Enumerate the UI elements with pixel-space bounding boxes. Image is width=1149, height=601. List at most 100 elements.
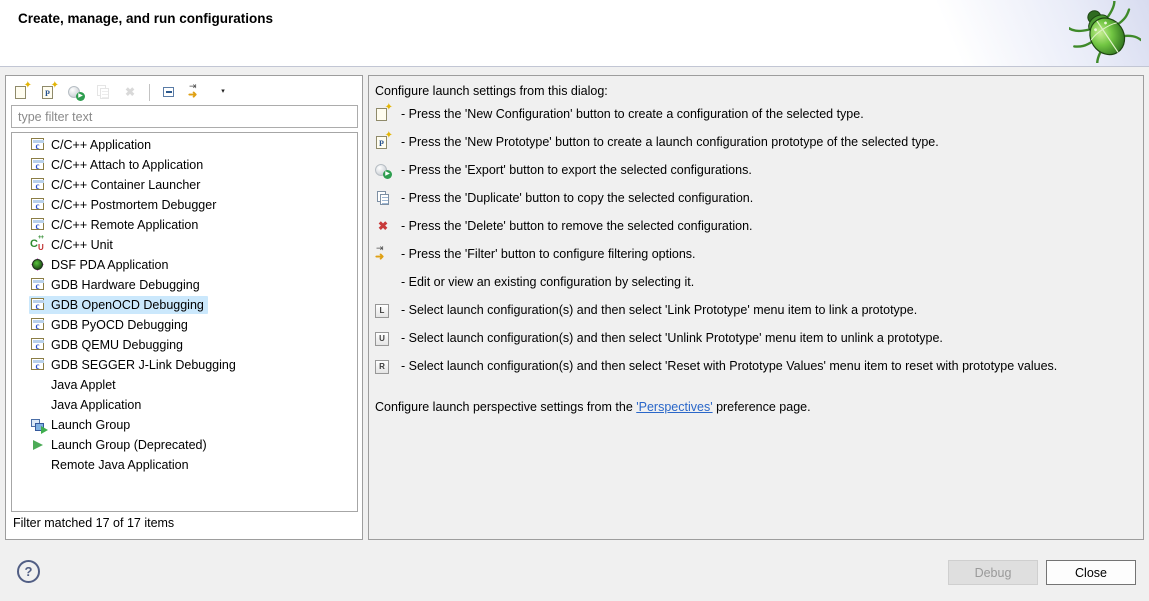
help-line: ✦- Press the 'New Configuration' button … xyxy=(375,100,1135,128)
help-icon[interactable]: ? xyxy=(17,560,40,583)
tree-item[interactable]: Launch Group xyxy=(12,415,357,435)
new-prototype-button[interactable]: P✦ xyxy=(39,82,59,102)
filter-icon: ⇥➜ xyxy=(188,84,204,100)
help-line: L- Select launch configuration(s) and th… xyxy=(375,296,1135,324)
help-line-text: - Edit or view an existing configuration… xyxy=(401,275,694,289)
tree-item[interactable]: c C/C++ Postmortem Debugger xyxy=(12,195,357,215)
tree-item[interactable]: cGDB Hardware Debugging xyxy=(12,275,357,295)
perspectives-link[interactable]: 'Perspectives' xyxy=(636,400,712,414)
filter-button[interactable]: ⇥➜ xyxy=(186,82,206,102)
collapse-all-button[interactable] xyxy=(159,82,179,102)
help-line-icon-cell xyxy=(375,190,401,206)
help-line-text: - Select launch configuration(s) and the… xyxy=(401,331,943,345)
tree-item-content: cC/C++ Container Launcher xyxy=(29,176,204,194)
tree-item-label: Launch Group xyxy=(51,418,130,432)
tree-item-content: Launch Group (Deprecated) xyxy=(29,436,211,454)
launch-configurations-dialog: Create, manage, and run configurations ✦… xyxy=(0,0,1149,601)
tree-item-content: Java Application xyxy=(29,396,145,414)
filter-menu-dropdown[interactable]: ▾ xyxy=(213,82,233,102)
c-window-icon: c xyxy=(30,337,46,353)
tree-item[interactable]: C++U C/C++ Unit xyxy=(12,235,357,255)
tree-item[interactable]: Java Applet xyxy=(12,375,357,395)
tree-item-content: cC/C++ Application xyxy=(29,136,155,154)
debug-button[interactable]: Debug xyxy=(948,560,1038,585)
cpp-unit-icon: C++U xyxy=(30,237,46,253)
tree-item-content: DSF PDA Application xyxy=(29,256,172,274)
tree-item-label: GDB SEGGER J-Link Debugging xyxy=(51,358,236,372)
tree-item[interactable]: cGDB PyOCD Debugging xyxy=(12,315,357,335)
delete-icon: ✖ xyxy=(375,218,391,234)
tree-item-content: Remote Java Application xyxy=(29,456,193,474)
tree-item-label: C/C++ Attach to Application xyxy=(51,158,203,172)
tree-item-label: C/C++ Postmortem Debugger xyxy=(51,198,216,212)
run-deprecated-icon xyxy=(30,437,46,453)
tree-item[interactable]: cC/C++ Container Launcher xyxy=(12,175,357,195)
tree-item-content: cC/C++ Attach to Application xyxy=(29,156,207,174)
tree-item[interactable]: c C/C++ Remote Application xyxy=(12,215,357,235)
filter-input[interactable] xyxy=(11,105,358,128)
help-line: U - Select launch configuration(s) and th… xyxy=(375,324,1135,352)
help-panel: Configure launch settings from this dial… xyxy=(368,75,1144,540)
duplicate-button[interactable] xyxy=(93,82,113,102)
help-line: ✖ - Press the 'Delete' button to remove t… xyxy=(375,212,1135,240)
tree-item[interactable]: cGDB SEGGER J-Link Debugging xyxy=(12,355,357,375)
chevron-down-icon: ▾ xyxy=(218,84,228,100)
blank-icon-spacer xyxy=(375,274,391,290)
tree-item[interactable]: cGDB QEMU Debugging xyxy=(12,335,357,355)
help-line-icon-cell: L xyxy=(375,303,401,317)
tree-item[interactable]: DSF PDA Application xyxy=(12,255,357,275)
help-line-text: - Select launch configuration(s) and the… xyxy=(401,303,917,317)
tree-item[interactable]: Remote Java Application xyxy=(12,455,357,475)
tree-item[interactable]: Launch Group (Deprecated) xyxy=(12,435,357,455)
help-line-icon-cell: ✖ xyxy=(375,218,401,234)
c-window-icon: c xyxy=(30,277,46,293)
new-prototype-icon: P✦ xyxy=(375,134,391,150)
c-window-icon: c xyxy=(30,197,46,213)
c-window-icon: c xyxy=(30,137,46,153)
export-button[interactable]: ▶ xyxy=(66,82,86,102)
dsf-bug-icon xyxy=(30,257,46,273)
duplicate-icon xyxy=(375,190,391,206)
page-title: Create, manage, and run configurations xyxy=(18,11,273,26)
tree-item[interactable]: c GDB OpenOCD Debugging xyxy=(12,295,357,315)
blank-icon-spacer xyxy=(30,377,46,393)
configuration-tree: cC/C++ ApplicationcC/C++ Attach to Appli… xyxy=(11,132,358,512)
tree-item-label: C/C++ Remote Application xyxy=(51,218,198,232)
c-window-icon: c xyxy=(30,217,46,233)
tree-item-label: C/C++ Unit xyxy=(51,238,113,252)
filter-status: Filter matched 17 of 17 items xyxy=(13,516,174,530)
tree-item-label: GDB OpenOCD Debugging xyxy=(51,298,204,312)
help-line-icon-cell: ✦ xyxy=(375,106,401,122)
perspective-text-before: Configure launch perspective settings fr… xyxy=(375,400,636,414)
blank-icon-spacer xyxy=(30,457,46,473)
letter-u-icon: U xyxy=(375,332,389,346)
tree-item[interactable]: cC/C++ Application xyxy=(12,135,357,155)
tree-item-label: GDB PyOCD Debugging xyxy=(51,318,188,332)
help-line: ⇥➜- Press the 'Filter' button to configu… xyxy=(375,240,1135,268)
tree-item[interactable]: Java Application xyxy=(12,395,357,415)
export-icon: ▶ xyxy=(68,84,84,100)
help-line-text: - Press the 'New Configuration' button t… xyxy=(401,107,864,121)
new-prototype-icon: P✦ xyxy=(41,84,57,100)
tree-item[interactable]: cC/C++ Attach to Application xyxy=(12,155,357,175)
tree-item-label: Launch Group (Deprecated) xyxy=(51,438,207,452)
tree-item-content: Java Applet xyxy=(29,376,120,394)
help-line-text: - Press the 'Duplicate' button to copy t… xyxy=(401,191,753,205)
perspective-note: Configure launch perspective settings fr… xyxy=(375,400,811,414)
help-line-text: - Press the 'Delete' button to remove th… xyxy=(401,219,753,233)
collapse-all-icon xyxy=(161,84,177,100)
tree-item-label: C/C++ Container Launcher xyxy=(51,178,200,192)
help-line: - Edit or view an existing configuration… xyxy=(375,268,1135,296)
help-line-text: - Press the 'New Prototype' button to cr… xyxy=(401,135,939,149)
new-configuration-button[interactable]: ✦ xyxy=(12,82,32,102)
blank-icon-spacer xyxy=(30,397,46,413)
duplicate-icon xyxy=(95,84,111,100)
close-button[interactable]: Close xyxy=(1046,560,1136,585)
help-line-icon-cell: ⇥➜ xyxy=(375,246,401,262)
c-window-icon: c xyxy=(30,297,46,313)
help-line: R- Select launch configuration(s) and th… xyxy=(375,352,1135,380)
delete-button[interactable]: ✖ xyxy=(120,82,140,102)
tree-item-content: cGDB QEMU Debugging xyxy=(29,336,187,354)
tree-item-label: DSF PDA Application xyxy=(51,258,168,272)
configurations-toolbar: ✦ P✦ ▶ ✖ ⇥➜ ▾ xyxy=(12,80,233,104)
